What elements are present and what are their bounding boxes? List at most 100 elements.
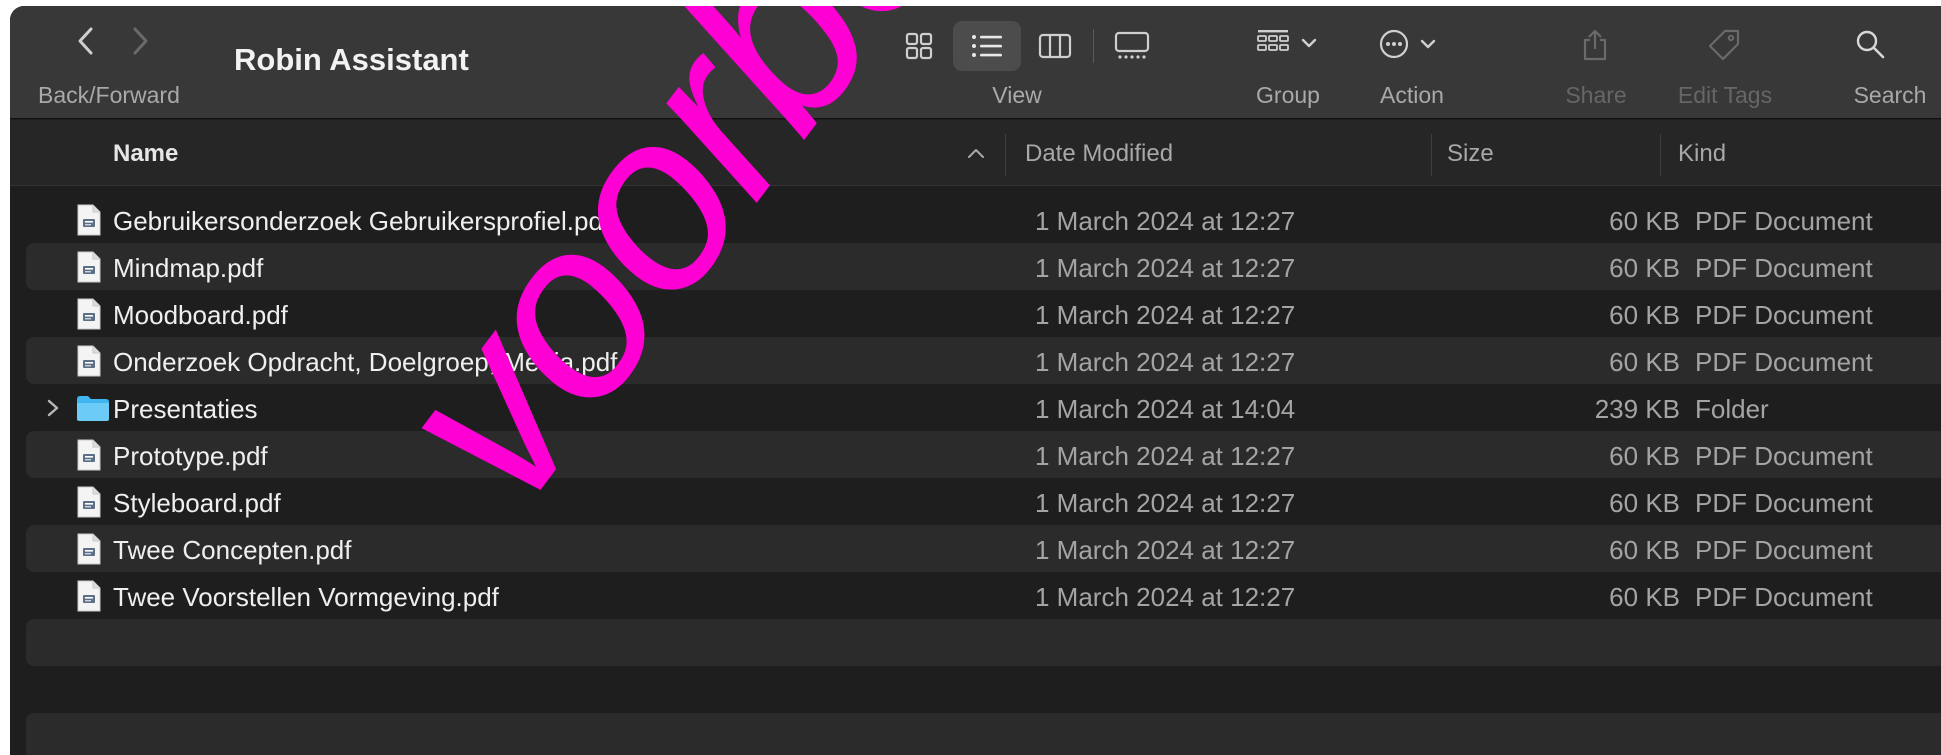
column-view-button[interactable] [1021,21,1089,71]
file-size: 60 KB [1609,441,1680,471]
list-icon [972,35,1002,57]
gallery-view-button[interactable] [1098,21,1166,71]
search-icon [1856,30,1885,59]
empty-row [26,713,1941,755]
file-kind: PDF Document [1695,347,1873,377]
file-name: Twee Concepten.pdf [113,535,352,565]
file-kind: PDF Document [1695,582,1873,612]
group-icon [1257,30,1289,51]
file-size: 60 KB [1609,582,1680,612]
forward-button[interactable] [130,26,150,56]
file-size: 60 KB [1609,300,1680,330]
file-list: Gebruikersonderzoek Gebruikersprofiel.pd… [10,196,1941,755]
empty-row [26,666,1941,713]
column-divider[interactable] [1660,134,1661,176]
column-header-size[interactable]: Size [1447,140,1494,168]
file-kind: PDF Document [1695,300,1873,330]
edit-tags-label: Edit Tags [1677,82,1773,108]
search-button[interactable] [1854,28,1886,60]
file-row[interactable]: Moodboard.pdf 1 March 2024 at 12:27 60 K… [26,290,1941,337]
file-date-modified: 1 March 2024 at 12:27 [1035,535,1296,565]
edit-tags-button[interactable] [1707,28,1741,62]
group-label: Group [1256,82,1320,108]
file-row[interactable]: Twee Concepten.pdf 1 March 2024 at 12:27… [26,525,1941,572]
column-header-date-modified[interactable]: Date Modified [1025,140,1173,168]
file-row[interactable]: Onderzoek Opdracht, Doelgroep, Media.pdf… [26,337,1941,384]
file-date-modified: 1 March 2024 at 12:27 [1035,441,1296,471]
file-date-modified: 1 March 2024 at 12:27 [1035,347,1296,377]
action-label: Action [1380,82,1444,108]
folder-row[interactable]: Presentaties 1 March 2024 at 14:04 239 K… [26,384,1941,431]
file-size: 60 KB [1609,488,1680,518]
pdf-document-icon [76,345,102,382]
pdf-document-icon [76,439,102,476]
file-size: 60 KB [1609,253,1680,283]
chevron-right-icon [133,27,148,55]
file-name: Twee Voorstellen Vormgeving.pdf [113,582,499,612]
file-name: Prototype.pdf [113,441,268,471]
column-divider[interactable] [1005,134,1006,176]
column-header: Name Date Modified Size Kind [10,120,1941,186]
search-label: Search [1853,82,1927,108]
file-row[interactable]: Gebruikersonderzoek Gebruikersprofiel.pd… [26,196,1941,243]
back-forward-buttons [76,26,150,56]
list-view-button[interactable] [953,21,1021,71]
file-date-modified: 1 March 2024 at 12:27 [1035,300,1296,330]
grid-icon [905,32,933,60]
file-row[interactable]: Prototype.pdf 1 March 2024 at 12:27 60 K… [26,431,1941,478]
tag-icon [1708,29,1740,61]
ellipsis-circle-icon [1379,29,1409,59]
file-size: 60 KB [1609,347,1680,377]
file-row[interactable]: Styleboard.pdf 1 March 2024 at 12:27 60 … [26,478,1941,525]
window-title: Robin Assistant [234,42,469,77]
view-label: View [992,82,1042,108]
file-size: 239 KB [1594,394,1680,424]
file-date-modified: 1 March 2024 at 14:04 [1035,394,1296,424]
disclosure-triangle[interactable] [46,398,60,423]
chevron-right-icon [47,399,59,417]
file-name: Moodboard.pdf [113,300,288,330]
action-button[interactable] [1378,28,1436,60]
file-date-modified: 1 March 2024 at 12:27 [1035,582,1296,612]
file-kind: PDF Document [1695,253,1873,283]
folder-icon [76,394,110,427]
file-size: 60 KB [1609,206,1680,236]
view-separator [1093,29,1094,63]
pdf-document-icon [76,580,102,617]
view-switcher [885,21,1166,71]
file-kind: PDF Document [1695,441,1873,471]
chevron-down-icon [1420,39,1436,49]
file-name: Mindmap.pdf [113,253,264,283]
file-size: 60 KB [1609,535,1680,565]
finder-window: Back/Forward Robin Assistant View Group … [10,6,1941,755]
file-name: Onderzoek Opdracht, Doelgroep, Media.pdf [113,347,618,377]
back-forward-label: Back/Forward [38,82,180,108]
pdf-document-icon [76,298,102,335]
file-kind: Folder [1695,394,1769,424]
file-row[interactable]: Mindmap.pdf 1 March 2024 at 12:27 60 KB … [26,243,1941,290]
sort-ascending-icon [968,149,984,158]
back-button[interactable] [76,26,96,56]
share-button[interactable] [1580,28,1610,62]
column-header-kind[interactable]: Kind [1678,140,1726,168]
pdf-document-icon [76,533,102,570]
chevron-down-icon [1301,38,1317,48]
share-label: Share [1565,82,1627,108]
file-kind: PDF Document [1695,535,1873,565]
columns-icon [1038,33,1072,59]
column-divider[interactable] [1431,134,1432,176]
pdf-document-icon [76,251,102,288]
file-name: Styleboard.pdf [113,488,281,518]
group-button[interactable] [1255,28,1317,58]
column-header-name[interactable]: Name [113,140,178,168]
icon-view-button[interactable] [885,21,953,71]
pdf-document-icon [76,486,102,523]
empty-row [26,619,1941,666]
file-date-modified: 1 March 2024 at 12:27 [1035,253,1296,283]
file-date-modified: 1 March 2024 at 12:27 [1035,488,1296,518]
file-kind: PDF Document [1695,206,1873,236]
file-name: Gebruikersonderzoek Gebruikersprofiel.pd… [113,206,611,236]
chevron-left-icon [78,27,93,55]
file-row[interactable]: Twee Voorstellen Vormgeving.pdf 1 March … [26,572,1941,619]
toolbar: Back/Forward Robin Assistant View Group … [10,6,1941,119]
